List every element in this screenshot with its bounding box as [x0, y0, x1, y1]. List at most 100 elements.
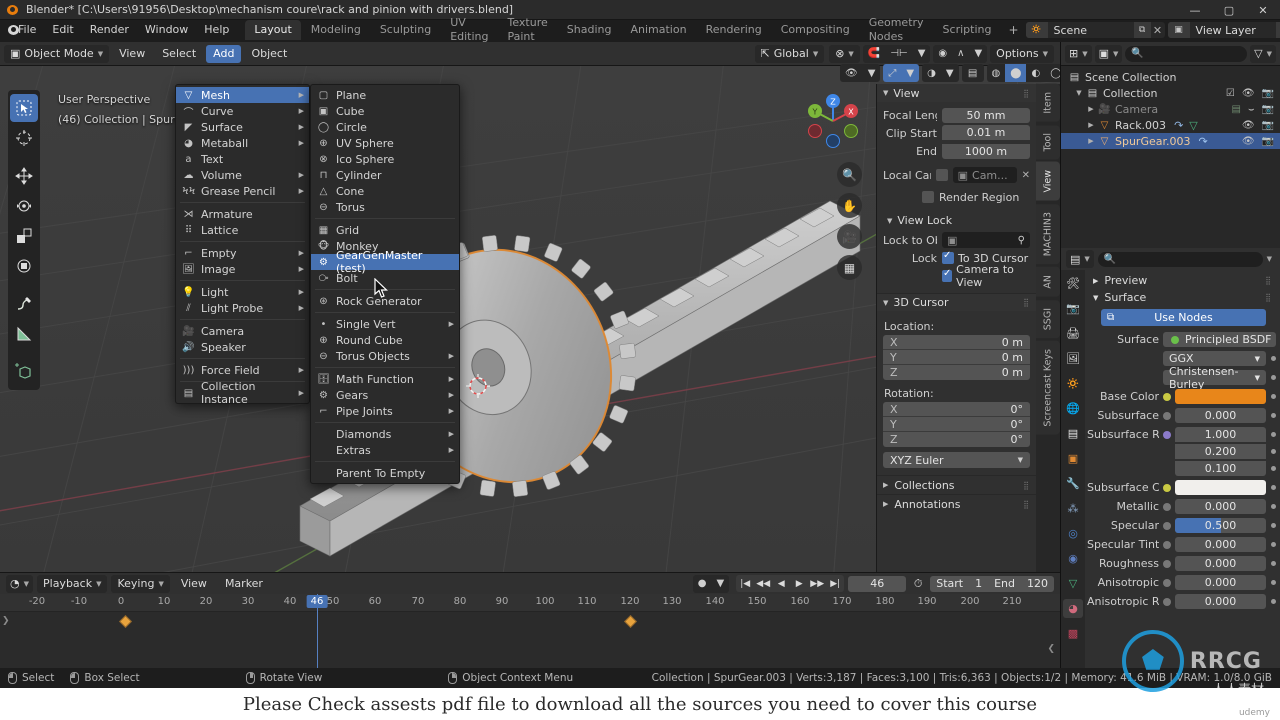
- chevron-down-icon[interactable]: ▼: [913, 45, 931, 63]
- pan-hand-icon[interactable]: ✋: [837, 193, 862, 218]
- view-layer-selector[interactable]: ▣ View Layer ⧉ ✕: [1167, 22, 1280, 38]
- animate-property-dot[interactable]: [1271, 542, 1276, 547]
- mesh-menu-item-uv-sphere[interactable]: ⊕ UV Sphere: [311, 135, 459, 151]
- visibility-toggle[interactable]: 👁 ▼: [840, 64, 881, 82]
- tab-compositing[interactable]: Compositing: [772, 20, 859, 40]
- camera-render-icon[interactable]: 📷: [1262, 136, 1274, 147]
- animate-property-dot[interactable]: [1271, 375, 1276, 380]
- camera-to-view-row[interactable]: Camera to View: [883, 263, 1030, 289]
- new-view-layer-icon[interactable]: ⧉: [1275, 22, 1280, 38]
- texture-properties-tab[interactable]: ▩: [1063, 624, 1083, 643]
- physics-properties-tab[interactable]: ◎: [1063, 524, 1083, 543]
- cursor-tool-icon[interactable]: [10, 124, 38, 152]
- play-reverse-button[interactable]: ◀: [772, 575, 790, 592]
- eye-icon[interactable]: 👁: [1242, 120, 1255, 131]
- tool-properties-tab[interactable]: 🛠: [1063, 274, 1083, 293]
- subsurface-radius-x[interactable]: 1.000: [1175, 427, 1266, 442]
- gizmo-icon[interactable]: ⤢: [883, 64, 901, 82]
- socket-dot[interactable]: [1163, 430, 1171, 439]
- subsurface-value[interactable]: 0.000: [1175, 408, 1266, 423]
- mesh-menu-item-parent-to-empty[interactable]: Parent To Empty: [311, 465, 459, 481]
- surface-section-header[interactable]: ▼ Surface ⣿: [1087, 289, 1276, 306]
- tab-scripting[interactable]: Scripting: [934, 20, 1001, 40]
- new-scene-icon[interactable]: ⧉: [1133, 22, 1151, 38]
- camera-to-view-checkbox[interactable]: [942, 268, 953, 282]
- view-lock-subpanel-header[interactable]: ▼ View Lock: [883, 212, 1030, 229]
- eye-icon[interactable]: 👁: [1242, 136, 1255, 147]
- scene-properties-tab[interactable]: 🔅: [1063, 374, 1083, 393]
- subsurface-radius-z[interactable]: 0.100: [1175, 461, 1266, 476]
- mesh-menu-item-single-vert[interactable]: • Single Vert ▶: [311, 316, 459, 332]
- constraints-properties-tab[interactable]: ◉: [1063, 549, 1083, 568]
- socket-dot[interactable]: [1163, 521, 1171, 530]
- navigation-gizmo[interactable]: Z Y X: [802, 90, 864, 152]
- socket-dot[interactable]: [1163, 483, 1171, 492]
- clip-start-row[interactable]: Clip Start 0.01 m: [883, 125, 1030, 141]
- lock-to-object-field[interactable]: ▣ ⚲: [942, 232, 1030, 248]
- add-menu-item-metaball[interactable]: ◕ Metaball ▶: [176, 135, 309, 151]
- xray-toggle-icon[interactable]: ▤: [961, 64, 984, 82]
- mesh-menu-item-cylinder[interactable]: ⊓ Cylinder: [311, 167, 459, 183]
- output-properties-tab[interactable]: 🖨: [1063, 324, 1083, 343]
- chevron-right-icon[interactable]: ▶: [1085, 137, 1097, 145]
- cursor-panel-header[interactable]: ▼ 3D Cursor ⣿: [877, 293, 1036, 311]
- cursor-rotation-z[interactable]: Z 0°: [883, 432, 1030, 447]
- overlays-icon[interactable]: ◑: [922, 64, 941, 82]
- sidebar-tab-tool[interactable]: Tool: [1036, 124, 1060, 160]
- subsurface-row[interactable]: Subsurface 0.000: [1087, 407, 1276, 424]
- sidebar-tab-ssgi[interactable]: SSGI: [1036, 299, 1060, 338]
- material-preview-icon[interactable]: ◐: [1026, 64, 1045, 82]
- mesh-menu-item-math-function[interactable]: 🗄 Math Function ▶: [311, 371, 459, 387]
- add-menu-item-speaker[interactable]: 🔊 Speaker: [176, 339, 309, 355]
- modifier-properties-tab[interactable]: 🔧: [1063, 474, 1083, 493]
- roughness-value[interactable]: 0.000: [1175, 556, 1266, 571]
- proportional-edit-icon[interactable]: ◉: [933, 45, 952, 63]
- focal-length-value[interactable]: 50 mm: [942, 107, 1030, 123]
- eyedropper-icon[interactable]: ⚲: [1018, 235, 1025, 246]
- snap-target-icon[interactable]: ⊣⊢: [885, 45, 912, 63]
- proportional-editing-group[interactable]: ◉ ∧ ▼: [933, 44, 988, 63]
- jump-to-end-button[interactable]: ▶|: [826, 575, 844, 592]
- subsurface-radius-y[interactable]: 0.200: [1175, 444, 1266, 459]
- menu-help[interactable]: Help: [196, 20, 237, 40]
- add-menu-item-lattice[interactable]: ⠿ Lattice: [176, 222, 309, 238]
- specular-tint-value[interactable]: 0.000: [1175, 537, 1266, 552]
- subsurface-method-row[interactable]: Christensen-Burley ▼: [1087, 365, 1276, 391]
- lock-to-object-row[interactable]: Lock to Obje ▣ ⚲: [883, 232, 1030, 248]
- mesh-menu-item-diamonds[interactable]: Diamonds ▶: [311, 426, 459, 442]
- base-color-swatch[interactable]: [1175, 389, 1266, 404]
- animate-property-dot[interactable]: [1271, 561, 1276, 566]
- falloff-curve-icon[interactable]: ∧: [952, 45, 969, 63]
- start-value[interactable]: 1: [969, 576, 988, 592]
- viewport-menu-select[interactable]: Select: [155, 45, 203, 63]
- camera-view-icon[interactable]: 🎥: [837, 224, 862, 249]
- remove-scene-icon[interactable]: ✕: [1151, 24, 1165, 37]
- chevron-down-icon[interactable]: ▼: [1267, 255, 1275, 263]
- outliner-row-spurgear[interactable]: ▶ ▽ SpurGear.003 ↷ 👁 📷: [1061, 133, 1280, 149]
- local-camera-field[interactable]: ▣ Cam...: [952, 167, 1017, 183]
- particles-properties-tab[interactable]: ⁂: [1063, 499, 1083, 518]
- cursor-location-z[interactable]: Z 0 m: [883, 365, 1030, 380]
- render-region-row[interactable]: Render Region: [883, 189, 1030, 205]
- transform-tool-icon[interactable]: [10, 252, 38, 280]
- play-button[interactable]: ▶: [790, 575, 808, 592]
- outliner-row-collection[interactable]: ▼ ▤ Collection ☑ 👁 📷: [1061, 85, 1280, 101]
- snapping-group[interactable]: 🧲 ⊣⊢ ▼: [862, 44, 931, 63]
- socket-dot[interactable]: [1163, 502, 1171, 511]
- prev-keyframe-button[interactable]: ◀◀: [754, 575, 772, 592]
- sidebar-tab-screencast-keys[interactable]: Screencast Keys: [1036, 340, 1060, 435]
- socket-dot[interactable]: [1163, 411, 1171, 420]
- mesh-menu-item-torus-objects[interactable]: ⊖ Torus Objects ▶: [311, 348, 459, 364]
- timeline-menu-playback[interactable]: Playback ▼: [37, 574, 108, 593]
- add-menu[interactable]: ▽ Mesh ▶ ⌒ Curve ▶ ◤ Surface ▶ ◕ Metaball ▶ a Tex…: [175, 84, 310, 406]
- subsurface-radius-row-3[interactable]: 0.100: [1087, 460, 1276, 477]
- subsurface-method-dropdown[interactable]: Christensen-Burley ▼: [1163, 365, 1266, 391]
- anisotropic-rotation-row[interactable]: Anisotropic R... 0.000: [1087, 593, 1276, 610]
- mesh-menu-item-extras[interactable]: Extras ▶: [311, 442, 459, 458]
- add-menu-item-armature[interactable]: ⋊ Armature: [176, 206, 309, 222]
- metallic-value[interactable]: 0.000: [1175, 499, 1266, 514]
- checkbox-icon[interactable]: ☑: [1226, 88, 1235, 99]
- mesh-menu-item-gears[interactable]: ⚙ Gears ▶: [311, 387, 459, 403]
- timeline-collapse-icon[interactable]: ❮: [1047, 644, 1055, 654]
- properties-editor-type-button[interactable]: ▤ ▼: [1066, 250, 1094, 268]
